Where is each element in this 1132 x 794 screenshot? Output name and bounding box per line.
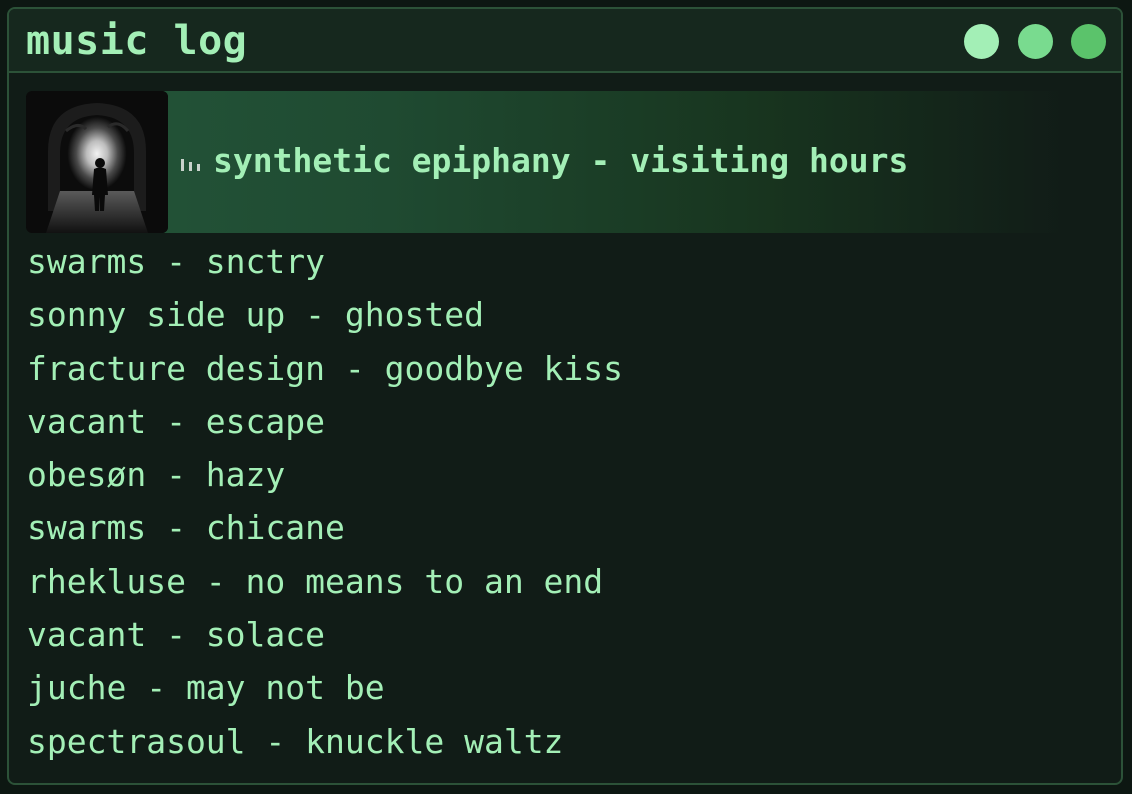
track-list-item[interactable]: spectrasoul - knuckle waltz: [27, 715, 623, 768]
title-bar[interactable]: music log: [9, 9, 1121, 73]
track-list: swarms - snctry sonny side up - ghosted …: [27, 235, 623, 768]
window-control-minimize-button[interactable]: [964, 24, 999, 59]
track-list-item[interactable]: rhekluse - no means to an end: [27, 555, 623, 608]
track-list-item[interactable]: sonny side up - ghosted: [27, 288, 623, 341]
album-art-tunnel-silhouette: [26, 91, 168, 233]
track-list-item[interactable]: fracture design - goodbye kiss: [27, 342, 623, 395]
window-title: music log: [26, 18, 248, 64]
window-control-maximize-button[interactable]: [1018, 24, 1053, 59]
music-log-window: music log synthetic epiphany - visiting …: [7, 7, 1123, 785]
track-list-item[interactable]: swarms - chicane: [27, 501, 623, 554]
now-playing-track: synthetic epiphany - visiting hours: [213, 141, 909, 180]
track-list-item[interactable]: vacant - escape: [27, 395, 623, 448]
track-list-item[interactable]: obesøn - hazy: [27, 448, 623, 501]
album-art: [26, 91, 168, 233]
window-control-close-button[interactable]: [1071, 24, 1106, 59]
track-list-item[interactable]: vacant - solace: [27, 608, 623, 661]
track-list-item[interactable]: swarms - snctry: [27, 235, 623, 288]
equalizer-bars-icon: [181, 159, 200, 171]
now-playing-row[interactable]: synthetic epiphany - visiting hours: [26, 91, 1066, 233]
track-list-item[interactable]: juche - may not be: [27, 661, 623, 714]
